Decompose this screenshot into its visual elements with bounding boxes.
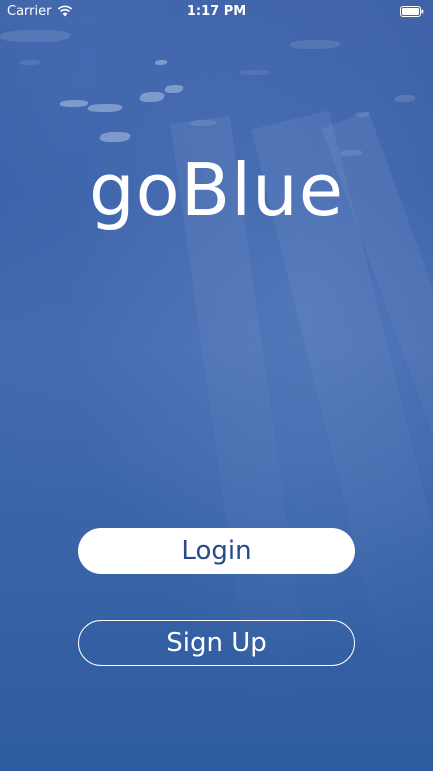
- login-button[interactable]: Login: [78, 528, 355, 574]
- battery-icon: [400, 6, 424, 17]
- app-logo: goBlue: [88, 148, 345, 232]
- clock-time: 1:17 PM: [186, 4, 247, 19]
- status-bar: Carrier 1:17 PM: [0, 0, 433, 24]
- signup-button[interactable]: Sign Up: [78, 620, 355, 666]
- login-screen: Carrier 1:17 PM goBlue Login Sign Up: [0, 0, 433, 771]
